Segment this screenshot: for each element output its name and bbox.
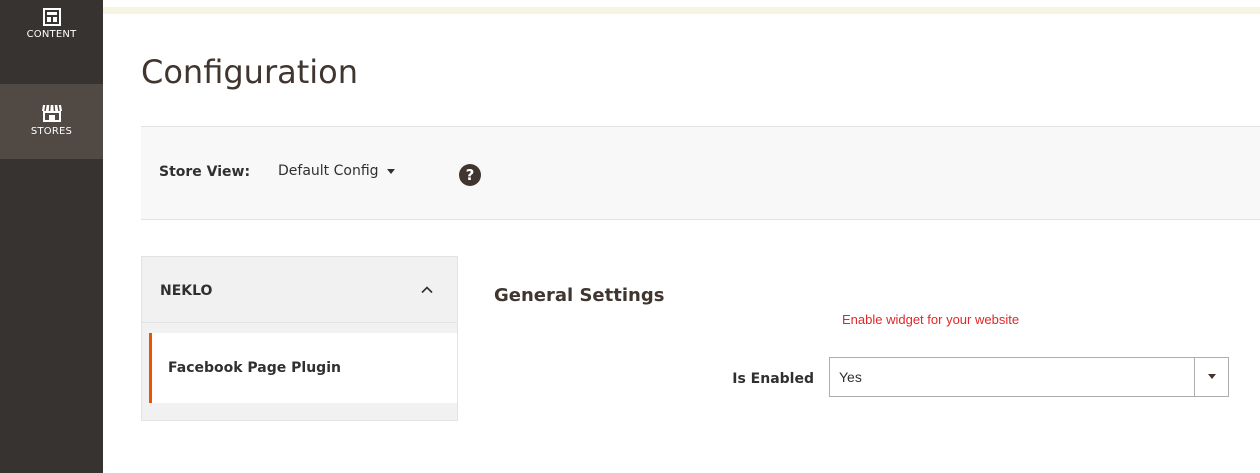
nav-item-stores[interactable]: STORES <box>0 84 103 159</box>
tab-group-neklo[interactable]: NEKLO <box>142 257 457 323</box>
section-title: General Settings <box>494 285 665 306</box>
select-value: Yes <box>839 369 862 385</box>
page-title: Configuration <box>141 53 359 91</box>
admin-sidebar: CONTENT STORES <box>0 0 103 473</box>
nav-item-label: CONTENT <box>26 29 77 40</box>
field-comment: Enable widget for your website <box>842 312 1020 327</box>
config-tabs: NEKLO Facebook Page Plugin <box>141 256 458 421</box>
store-view-label: Store View: <box>159 164 251 180</box>
caret-down-icon <box>386 168 395 174</box>
stores-icon <box>41 104 62 122</box>
store-view-switcher[interactable]: Default Config <box>278 163 395 179</box>
select-toggle[interactable] <box>1194 358 1228 396</box>
notification-strip <box>103 7 1260 14</box>
store-view-bar: Store View: Default Config ? <box>141 126 1260 220</box>
nav-item-content[interactable]: CONTENT <box>0 8 103 78</box>
help-icon[interactable]: ? <box>459 164 481 186</box>
nav-item-label: STORES <box>30 126 73 137</box>
is-enabled-label: Is Enabled <box>732 371 814 387</box>
tab-group-label: NEKLO <box>160 283 213 299</box>
store-view-selected: Default Config <box>278 163 379 179</box>
tab-item-facebook-page-plugin[interactable]: Facebook Page Plugin <box>149 333 457 403</box>
tab-item-label: Facebook Page Plugin <box>168 360 341 376</box>
content-icon <box>42 8 61 26</box>
is-enabled-select[interactable]: Yes <box>829 357 1229 397</box>
caret-down-icon <box>1208 374 1216 379</box>
chevron-up-icon <box>421 286 433 294</box>
